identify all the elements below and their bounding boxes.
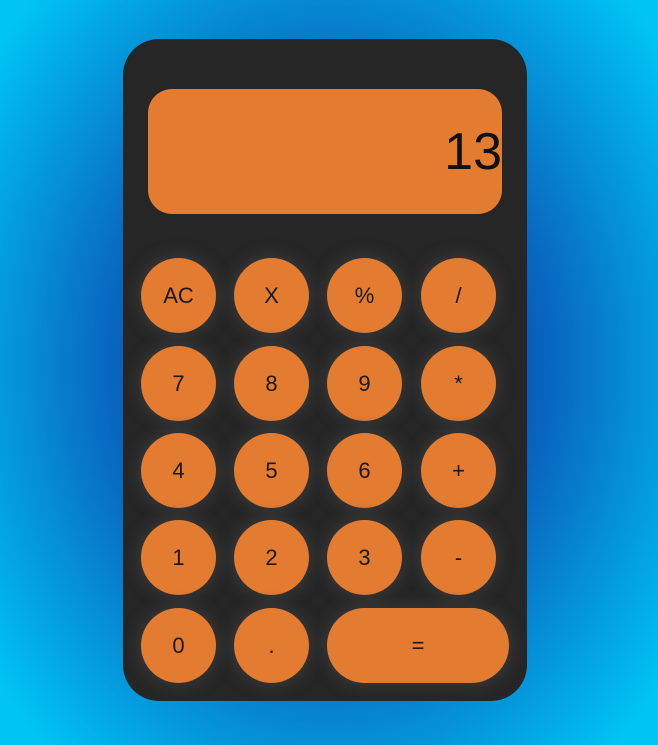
digit-5-button[interactable]: 5 xyxy=(234,433,309,508)
digit-9-button[interactable]: 9 xyxy=(327,346,402,421)
digit-0-button[interactable]: 0 xyxy=(141,608,216,683)
equals-button[interactable]: = xyxy=(327,608,509,683)
display-value: 13 xyxy=(444,122,502,181)
decimal-point-button[interactable]: . xyxy=(234,608,309,683)
divide-button[interactable]: / xyxy=(421,258,496,333)
digit-4-button[interactable]: 4 xyxy=(141,433,216,508)
calculator: 13 AC X % / 7 8 9 * 4 5 6 + 1 2 3 - 0 . … xyxy=(123,39,527,701)
digit-7-button[interactable]: 7 xyxy=(141,346,216,421)
multiply-button[interactable]: * xyxy=(421,346,496,421)
digit-6-button[interactable]: 6 xyxy=(327,433,402,508)
delete-button[interactable]: X xyxy=(234,258,309,333)
digit-2-button[interactable]: 2 xyxy=(234,520,309,595)
minus-button[interactable]: - xyxy=(421,520,496,595)
display: 13 xyxy=(148,89,502,214)
all-clear-button[interactable]: AC xyxy=(141,258,216,333)
plus-button[interactable]: + xyxy=(421,433,496,508)
digit-1-button[interactable]: 1 xyxy=(141,520,216,595)
percent-button[interactable]: % xyxy=(327,258,402,333)
digit-8-button[interactable]: 8 xyxy=(234,346,309,421)
digit-3-button[interactable]: 3 xyxy=(327,520,402,595)
